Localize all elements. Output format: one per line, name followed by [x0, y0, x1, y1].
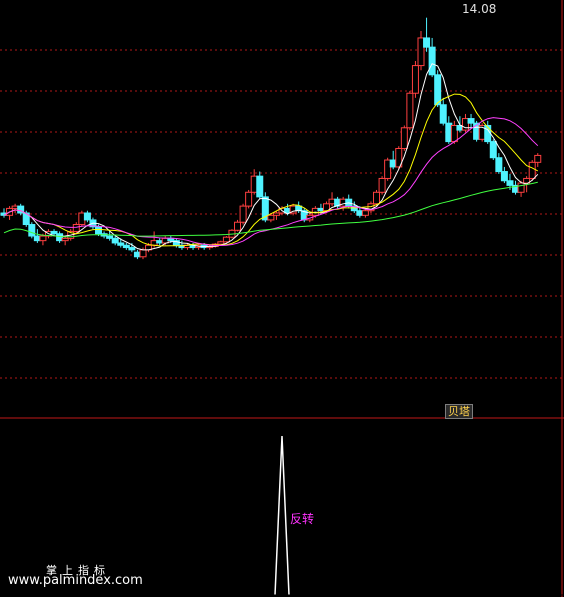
- candle-body: [378, 177, 386, 193]
- candle-body: [423, 37, 431, 48]
- candle-body: [72, 224, 80, 232]
- candle-body: [506, 180, 514, 186]
- candle-body: [83, 212, 91, 221]
- candle-body: [139, 249, 147, 258]
- candle-body: [467, 118, 475, 124]
- candle-body: [256, 175, 264, 198]
- candle-body: [128, 247, 136, 251]
- watermark-url: www.palmindex.com: [8, 573, 143, 588]
- candle-body: [411, 65, 419, 94]
- candle-body: [489, 141, 497, 159]
- candle-body: [373, 191, 381, 205]
- candle-body: [434, 74, 442, 106]
- candle-body: [495, 157, 503, 173]
- candle-body: [39, 235, 47, 242]
- candle-body: [267, 214, 275, 221]
- candle-body: [28, 224, 36, 237]
- candle-body: [406, 92, 414, 129]
- candle-body: [361, 210, 369, 216]
- candle-body: [428, 46, 436, 76]
- candle-body: [500, 171, 508, 182]
- candle-body: [534, 154, 542, 163]
- candle-body: [400, 127, 408, 150]
- candle-body: [111, 237, 119, 244]
- candle-body: [439, 104, 447, 124]
- high-price-label: 14.08: [462, 2, 497, 16]
- ma60-line: [3, 181, 538, 238]
- candle-body: [234, 221, 242, 231]
- candle-body: [528, 161, 536, 179]
- reversal-signal-label: 反转: [290, 512, 315, 526]
- candle-body: [245, 191, 253, 207]
- candle-body: [95, 226, 103, 235]
- grid-lines: [0, 0, 564, 597]
- candlestick-chart: [0, 0, 564, 597]
- indicator-badge[interactable]: 贝塔: [445, 404, 473, 419]
- candle-body: [517, 182, 525, 193]
- reversal-spike: [274, 435, 290, 596]
- candle-body: [239, 205, 247, 223]
- candle-body: [222, 236, 230, 243]
